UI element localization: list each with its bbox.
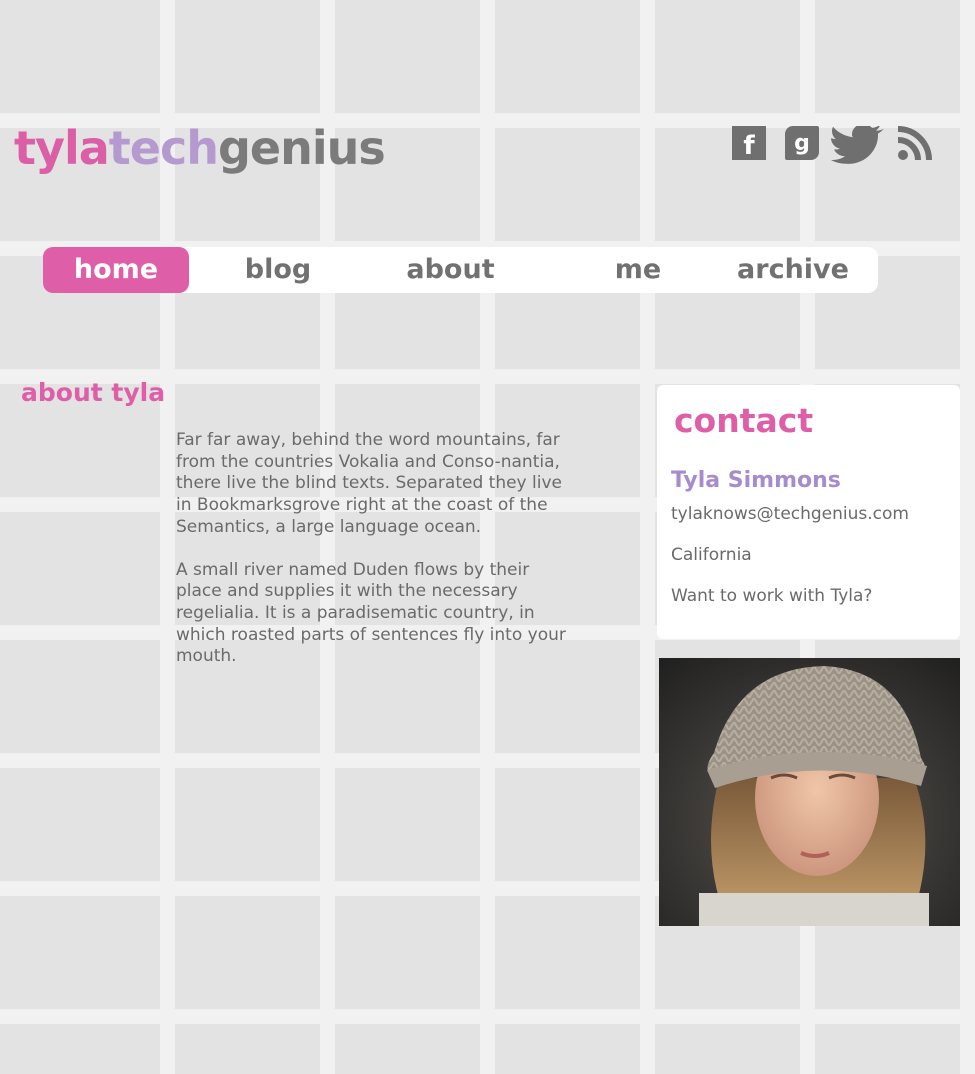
contact-location: California — [671, 545, 752, 565]
contact-heading: contact — [674, 401, 814, 440]
rss-icon[interactable] — [896, 126, 932, 162]
logo-part-genius: genius — [218, 121, 386, 175]
nav-item-about[interactable]: about — [383, 247, 518, 293]
contact-email-link[interactable]: tylaknows@techgenius.com — [671, 504, 909, 524]
profile-photo — [659, 658, 960, 926]
main-nav: home blog about me archive — [43, 247, 878, 293]
nav-item-blog[interactable]: blog — [213, 247, 343, 293]
google-plus-glyph: g — [794, 130, 810, 156]
about-heading: about tyla — [21, 378, 166, 407]
site-logo[interactable]: tylatechgenius — [14, 118, 386, 178]
about-body: Far far away, behind the word mountains,… — [176, 430, 568, 689]
nav-item-archive[interactable]: archive — [723, 247, 863, 293]
facebook-icon[interactable]: f — [732, 126, 766, 161]
facebook-glyph: f — [743, 131, 755, 161]
nav-item-home[interactable]: home — [43, 247, 189, 293]
contact-card: contact Tyla Simmons tylaknows@techgeniu… — [657, 385, 960, 639]
contact-cta-link[interactable]: Want to work with Tyla? — [671, 586, 872, 606]
contact-name: Tyla Simmons — [671, 468, 841, 493]
nav-item-me[interactable]: me — [588, 247, 688, 293]
about-paragraph-2: A small river named Duden flows by their… — [176, 559, 566, 667]
google-plus-icon[interactable]: g — [785, 126, 819, 160]
twitter-icon[interactable] — [830, 126, 886, 166]
about-paragraph-1: Far far away, behind the word mountains,… — [176, 430, 562, 537]
logo-part-tech: tech — [108, 121, 219, 175]
logo-part-tyla: tyla — [14, 121, 110, 175]
